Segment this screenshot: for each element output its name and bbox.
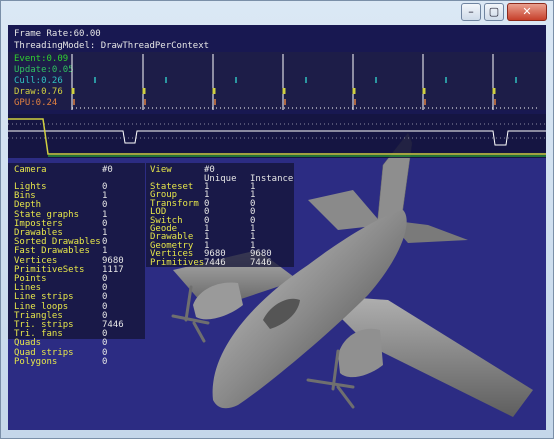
camera-id: #0 (102, 165, 113, 175)
threading-model-label: ThreadingModel: DrawThreadPerContext (14, 41, 210, 51)
view-header: View (150, 165, 172, 175)
camera-header: Camera (14, 165, 47, 175)
camera-stat-value: 0 (102, 356, 108, 367)
frame-timeline-graph (8, 54, 546, 158)
title-bar[interactable]: – ▢ ✕ (1, 1, 553, 24)
application-window: – ▢ ✕ Frame Rate:60.00 ThreadingModel: D… (0, 0, 554, 439)
maximize-button[interactable]: ▢ (484, 3, 504, 21)
view-stat-instance: 7446 (250, 257, 272, 268)
view-stat-label: Primitives (150, 257, 205, 268)
view-instance-header: Instance (250, 174, 294, 184)
view-stat-unique: 7446 (204, 257, 226, 268)
frame-rate-label: Frame Rate:60.00 (14, 29, 101, 39)
right-engine (338, 328, 383, 378)
camera-stat-label: Polygons (14, 356, 58, 367)
3d-viewport[interactable]: Frame Rate:60.00 ThreadingModel: DrawThr… (8, 25, 546, 430)
close-button[interactable]: ✕ (507, 3, 547, 21)
minimize-button[interactable]: – (461, 3, 481, 21)
